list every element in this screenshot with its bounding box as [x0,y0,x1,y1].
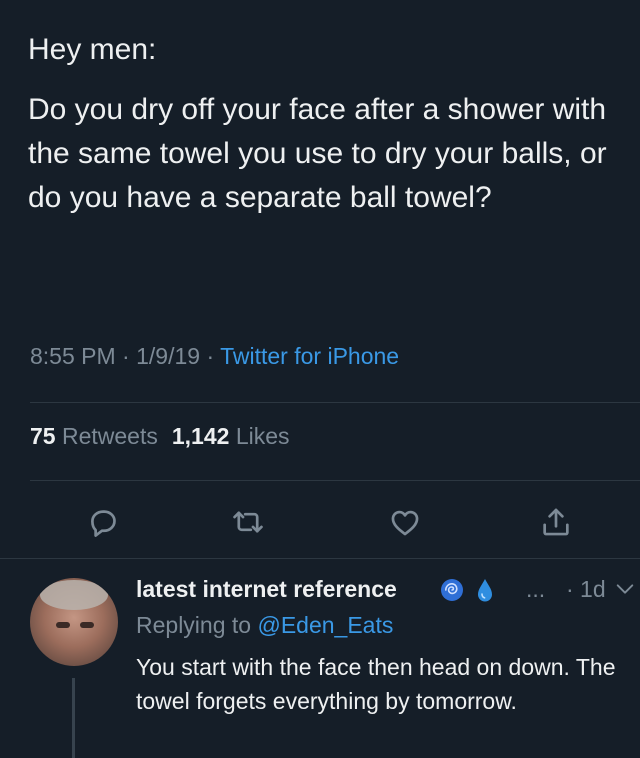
tweet-stats: 75 Retweets 1,142 Likes [30,423,290,450]
tweet-source-link[interactable]: Twitter for iPhone [220,343,399,369]
name-truncation: ... [526,576,546,602]
reply-button[interactable] [81,500,125,544]
reply-header: latest internet reference ... · 1d [136,574,634,608]
likes-count: 1,142 [171,423,230,449]
like-icon [391,510,419,536]
spiral-emoji-icon [441,579,463,601]
meta-separator: · [206,343,215,369]
reply-text: You start with the face then head on dow… [136,654,616,714]
replying-to-label: Replying to [136,612,252,638]
chevron-down-icon[interactable] [614,578,636,600]
replying-to-handle[interactable]: @Eden_Eats [257,612,393,638]
divider [30,402,640,403]
reply-author-name[interactable]: latest internet reference [136,576,397,603]
tweet-time[interactable]: 8:55 PM [30,343,116,369]
avatar[interactable] [30,578,118,666]
retweets-stat[interactable]: 75 Retweets [30,423,158,449]
reply-tweet[interactable]: latest internet reference ... · 1d Reply… [30,566,640,758]
tweet-meta: 8:55 PM · 1/9/19 · Twitter for iPhone [30,343,399,370]
tweet-text: Hey men: Do you dry off your face after … [28,28,618,220]
tweet-body: Do you dry off your face after a shower … [28,93,607,214]
divider [0,558,640,559]
retweet-icon [233,511,263,533]
reply-time[interactable]: · 1d [566,576,606,603]
droplet-emoji-icon [478,579,492,602]
tweet-greeting: Hey men: [28,33,157,66]
like-button[interactable] [383,500,427,544]
likes-label: Likes [235,423,290,449]
divider [30,480,640,481]
meta-separator: · [122,343,130,369]
likes-stat[interactable]: 1,142 Likes [172,423,290,449]
thread-line [72,678,75,758]
retweets-count: 75 [30,423,56,449]
retweets-label: Retweets [61,423,158,449]
share-button[interactable] [534,500,578,544]
retweet-button[interactable] [226,500,270,544]
tweet-date[interactable]: 1/9/19 [136,343,200,369]
share-icon [543,508,569,536]
tweet-actions [0,500,640,544]
replying-to: Replying to @Eden_Eats [136,612,393,639]
reply-icon [91,510,116,537]
